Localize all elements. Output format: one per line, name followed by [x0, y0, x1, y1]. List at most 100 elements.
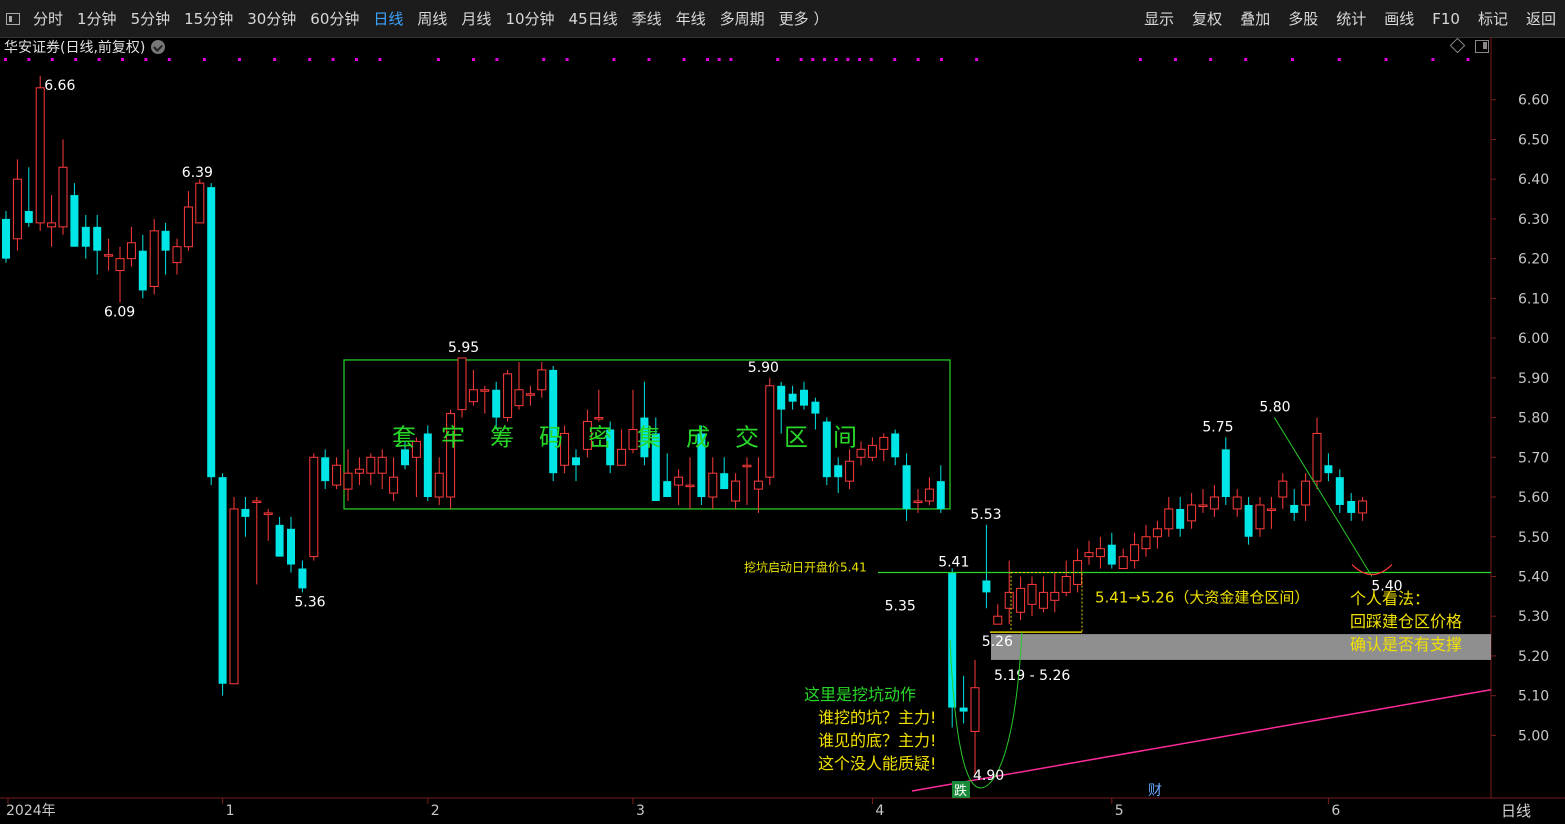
signal-dot-27 [799, 58, 803, 61]
signal-dot-23 [706, 58, 709, 61]
signal-dot-30 [834, 58, 838, 61]
opinion-note-0: 个人看法： [1350, 589, 1430, 608]
signal-dot-15 [436, 58, 440, 61]
ytick-label-16: 6.60 [1518, 93, 1549, 109]
candle-body-12 [138, 250, 147, 291]
candle-body-31 [354, 468, 364, 474]
candle-body-28 [321, 457, 330, 482]
candle-body-21 [241, 508, 250, 517]
candle-body-0 [2, 218, 10, 259]
candle-body-88 [1004, 591, 1014, 609]
candle-body-1 [12, 178, 22, 240]
candle-body-79 [902, 465, 911, 509]
candle-body-55 [628, 428, 638, 450]
signal-dot-20 [612, 58, 616, 61]
xtick-label-2: 2 [431, 803, 440, 819]
box-text-4: 密 [588, 423, 612, 451]
price-label-9: 5.26 [982, 634, 1013, 650]
signal-dot-10 [273, 58, 277, 61]
signal-dot-24 [717, 58, 721, 61]
candle-body-115 [1312, 432, 1322, 482]
signal-dot-43 [1337, 58, 1341, 61]
price-label-1: 6.09 [104, 304, 135, 320]
candle-body-54 [617, 448, 627, 466]
price-label-0: 6.66 [44, 78, 75, 94]
signal-dot-35 [916, 58, 920, 61]
signal-dot-16 [472, 58, 475, 61]
candle-body-38 [434, 472, 444, 498]
ytick-label-1: 5.10 [1518, 689, 1549, 705]
candle-body-111 [1266, 508, 1276, 511]
candle-body-23 [263, 512, 273, 515]
signal-dot-17 [495, 58, 499, 61]
opinion-note-2: 确认是否有支撑 [1350, 635, 1462, 654]
candle-body-68 [777, 385, 786, 410]
box-text-2: 筹 [490, 423, 514, 451]
candle-body-35 [401, 449, 409, 466]
candle-body-104 [1187, 504, 1197, 522]
xtick-label-6: 6 [1331, 803, 1340, 819]
price-label-12: 5.80 [1259, 400, 1290, 416]
candle-body-27 [309, 456, 319, 558]
ytick-label-3: 5.30 [1518, 609, 1549, 625]
candle-body-15 [172, 246, 182, 264]
candle-body-67 [765, 385, 775, 478]
candle-body-73 [834, 465, 843, 478]
signal-dot-44 [1384, 58, 1388, 61]
candle-body-114 [1301, 480, 1311, 506]
ytick-label-7: 5.70 [1518, 450, 1549, 466]
signal-dot-34 [893, 58, 897, 61]
price-label-3: 5.36 [294, 594, 325, 610]
candle-body-59 [674, 476, 684, 486]
price-label-10: 4.90 [973, 768, 1004, 784]
candle-body-71 [811, 401, 820, 414]
candle-body-108 [1232, 496, 1242, 510]
ytick-label-13: 6.30 [1518, 212, 1549, 228]
signal-dot-2 [50, 58, 54, 61]
candle-body-33 [377, 456, 387, 474]
candle-body-24 [275, 524, 284, 557]
candle-body-81 [924, 488, 934, 502]
candle-body-29 [332, 464, 342, 486]
candle-body-116 [1324, 465, 1333, 474]
candle-body-30 [343, 472, 353, 490]
signal-dot-19 [565, 58, 569, 61]
signal-dot-29 [823, 58, 826, 61]
candle-body-70 [800, 389, 808, 406]
candle-body-101 [1152, 528, 1162, 538]
candle-body-32 [366, 456, 376, 474]
candle-body-3 [35, 87, 45, 224]
candle-body-65 [742, 464, 752, 468]
xtick-label-3: 3 [636, 803, 645, 819]
candlestick-chart[interactable]: 5.00 5.10 5.20 5.30 5.40 5.50 5.60 5.70 5.80 5.90… [0, 0, 1565, 824]
signal-dot-22 [682, 58, 686, 61]
candle-body-69 [788, 393, 797, 402]
box-text-8: 区 [784, 423, 808, 451]
signal-dot-3 [74, 58, 78, 61]
candle-body-93 [1061, 575, 1071, 593]
candle-body-41 [468, 389, 478, 403]
candle-body-75 [856, 448, 866, 458]
candle-body-19 [218, 477, 227, 684]
ytick-label-15: 6.50 [1518, 132, 1549, 148]
candle-body-16 [183, 206, 193, 248]
signal-dot-32 [858, 58, 862, 61]
candle-body-11 [126, 242, 136, 260]
open-price-line-label: 挖坑启动日开盘价5.41 [744, 560, 867, 575]
ytick-label-2: 5.20 [1518, 649, 1549, 665]
candle-body-22 [252, 500, 262, 503]
price-label-5: 5.90 [748, 360, 779, 376]
price-label-2: 6.39 [182, 165, 213, 181]
box-text-0: 套 [392, 423, 416, 451]
xtick-label-0: 2024年 [6, 803, 56, 819]
signal-dot-41 [1244, 58, 1248, 61]
signal-dot-42 [1291, 58, 1294, 61]
xtick-label-1: 1 [226, 803, 235, 819]
ytick-label-4: 5.40 [1518, 569, 1549, 585]
candle-body-97 [1107, 544, 1116, 565]
candle-body-60 [685, 484, 695, 488]
candle-body-42 [480, 389, 490, 392]
candle-body-7 [81, 226, 90, 247]
candle-body-82 [936, 481, 945, 509]
candle-body-83 [948, 572, 957, 708]
